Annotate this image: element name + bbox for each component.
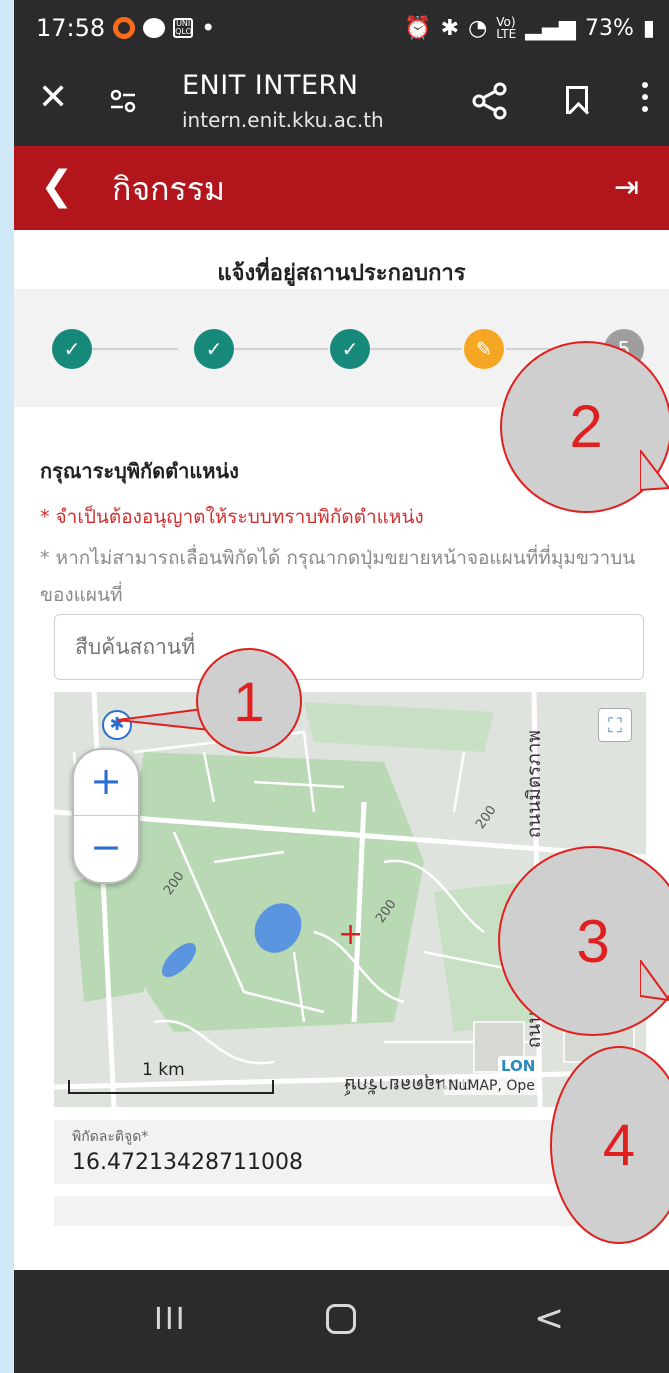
bluetooth-icon: ✱ <box>440 15 460 41</box>
share-icon[interactable] <box>472 82 508 120</box>
page-subtitle: แจ้งที่อยู่สถานประกอบการ <box>217 261 466 286</box>
location-pin-icon: + <box>338 917 364 952</box>
status-left: 17:58 UNI QLO • <box>36 14 215 42</box>
callout-3-tail <box>640 960 669 1002</box>
browser-toolbar: ✕ ENIT INTERN intern.enit.kku.ac.th <box>14 56 669 146</box>
step-connector <box>80 348 178 350</box>
fullscreen-icon[interactable]: ⛶ <box>598 708 632 742</box>
step-connector <box>370 348 462 350</box>
zoom-in-button[interactable]: + <box>74 750 138 816</box>
logout-icon[interactable]: ⇥ <box>614 170 639 205</box>
battery-level: 73% <box>584 15 634 41</box>
home-icon[interactable] <box>326 1304 356 1334</box>
status-bar: 17:58 UNI QLO • ⏰ ✱ ◔ Vo) LTE ▂▄▆ 73% ▮ <box>14 0 669 56</box>
site-url[interactable]: intern.enit.kku.ac.th <box>182 108 384 132</box>
map-provider-logo: LON <box>498 1056 539 1076</box>
more-icon[interactable] <box>642 82 648 118</box>
header-title: กิจกรรม <box>112 170 225 208</box>
battery-icon: ▮ <box>642 15 655 41</box>
map-scale-bar <box>68 1080 274 1094</box>
wifi-icon: ◔ <box>468 15 488 41</box>
back-icon[interactable]: ❮ <box>40 164 74 208</box>
volte-icon: Vo) LTE <box>496 15 517 41</box>
alarm-icon: ⏰ <box>404 15 432 41</box>
map-attribution: NuMAP, Ope <box>444 1077 539 1095</box>
step-2-check-icon: ✓ <box>194 329 234 369</box>
callout-2-tail <box>640 450 669 492</box>
bookmark-icon[interactable] <box>566 86 588 114</box>
system-nav-bar: III < <box>14 1270 669 1373</box>
close-icon[interactable]: ✕ <box>38 78 68 118</box>
step-1-check-icon: ✓ <box>52 329 92 369</box>
uni-qlo-icon: UNI QLO <box>173 18 194 38</box>
map-scale-label: 1 km <box>142 1060 185 1080</box>
app-header: ❮ กิจกรรม ⇥ <box>14 146 669 230</box>
callout-1: 1 <box>196 648 302 754</box>
notification-dot-icon: • <box>201 14 216 42</box>
status-right: ⏰ ✱ ◔ Vo) LTE ▂▄▆ 73% ▮ <box>404 16 655 41</box>
step-3-check-icon: ✓ <box>330 329 370 369</box>
road-label-mittraphap-north: ถนนมิตรภาพ <box>523 730 545 839</box>
signal-icon: ▂▄▆ <box>525 15 576 41</box>
place-search-input[interactable] <box>54 614 644 680</box>
record-icon <box>113 17 136 39</box>
site-settings-icon[interactable] <box>110 88 136 114</box>
step-4-edit-icon: ✎ <box>464 329 504 369</box>
nav-back-icon[interactable]: < <box>534 1298 564 1339</box>
step-connector <box>230 348 328 350</box>
permission-required-note: * จำเป็นต้องอนุญาตให้ระบบทราบพิกัดตำแหน่… <box>40 506 424 528</box>
fullscreen-hint: * หากไม่สามารถเลื่อนพิกัดได้ กรุณากดปุ่ม… <box>40 547 636 606</box>
location-section-title: กรุณาระบุพิกัดตำแหน่ง <box>40 459 239 483</box>
messenger-icon <box>143 18 166 38</box>
site-title: ENIT INTERN <box>182 70 359 101</box>
status-time: 17:58 <box>36 14 106 42</box>
zoom-control: + − <box>72 748 140 884</box>
recents-icon[interactable]: III <box>154 1302 187 1337</box>
zoom-out-button[interactable]: − <box>74 816 138 882</box>
